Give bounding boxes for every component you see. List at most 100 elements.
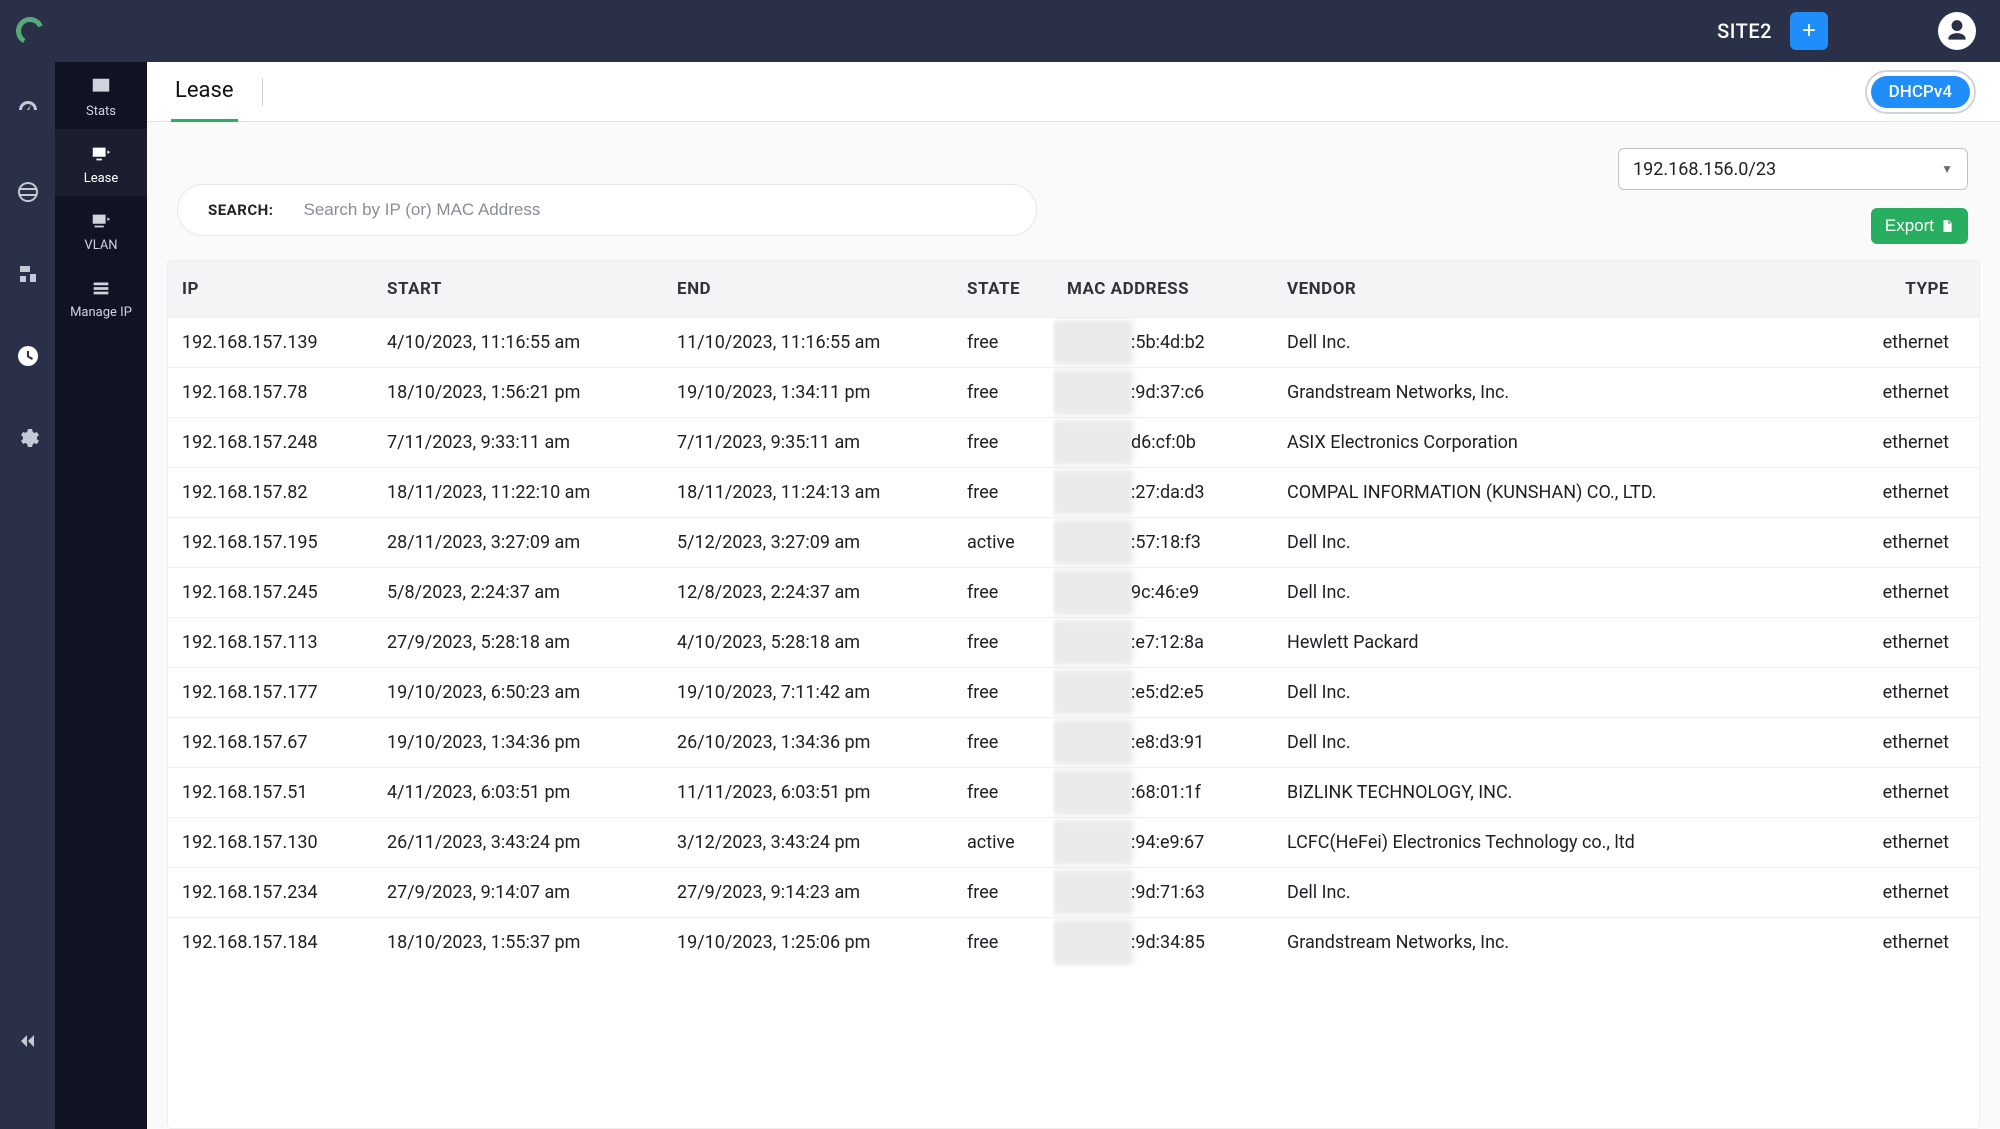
table-row[interactable]: 192.168.157.2487/11/2023, 9:33:11 am7/11… [168, 418, 1979, 468]
cell-mac: :27:da:d3 [1053, 468, 1273, 518]
cell-vendor: Dell Inc. [1273, 518, 1859, 568]
sidenav: Stats Lease VLAN Manage IP [55, 62, 147, 1129]
cell-end: 27/9/2023, 9:14:23 am [663, 868, 953, 918]
cell-ip: 192.168.157.130 [168, 818, 373, 868]
cell-state: free [953, 618, 1053, 668]
vlan-icon [88, 210, 114, 232]
cell-end: 5/12/2023, 3:27:09 am [663, 518, 953, 568]
cell-end: 3/12/2023, 3:43:24 pm [663, 818, 953, 868]
cell-type: ethernet [1859, 618, 1979, 668]
rail-settings-icon[interactable] [10, 420, 46, 456]
col-vendor[interactable]: VENDOR [1273, 261, 1859, 318]
sidenav-item-stats[interactable]: Stats [55, 62, 147, 129]
cell-vendor: Grandstream Networks, Inc. [1273, 918, 1859, 968]
rail-monitor-icon[interactable] [10, 338, 46, 374]
table-row[interactable]: 192.168.157.514/11/2023, 6:03:51 pm11/11… [168, 768, 1979, 818]
cell-ip: 192.168.157.245 [168, 568, 373, 618]
cell-end: 19/10/2023, 1:25:06 pm [663, 918, 953, 968]
col-end[interactable]: END [663, 261, 953, 318]
sidenav-item-label: VLAN [84, 238, 117, 253]
rail-collapse-icon[interactable] [10, 1023, 46, 1059]
cell-vendor: Hewlett Packard [1273, 618, 1859, 668]
cell-start: 19/10/2023, 1:34:36 pm [373, 718, 663, 768]
cell-vendor: COMPAL INFORMATION (KUNSHAN) CO., LTD. [1273, 468, 1859, 518]
sidenav-item-label: Stats [86, 104, 116, 119]
tab-lease[interactable]: Lease [171, 78, 238, 122]
table-row[interactable]: 192.168.157.23427/9/2023, 9:14:07 am27/9… [168, 868, 1979, 918]
col-start[interactable]: START [373, 261, 663, 318]
rail-device-icon[interactable] [10, 256, 46, 292]
table-row[interactable]: 192.168.157.18418/10/2023, 1:55:37 pm19/… [168, 918, 1979, 968]
cell-type: ethernet [1859, 318, 1979, 368]
cell-ip: 192.168.157.184 [168, 918, 373, 968]
cell-state: free [953, 418, 1053, 468]
cell-ip: 192.168.157.248 [168, 418, 373, 468]
cell-ip: 192.168.157.82 [168, 468, 373, 518]
cell-mac: :57:18:f3 [1053, 518, 1273, 568]
cell-state: free [953, 568, 1053, 618]
cell-start: 27/9/2023, 5:28:18 am [373, 618, 663, 668]
cell-state: free [953, 368, 1053, 418]
sidenav-item-vlan[interactable]: VLAN [55, 196, 147, 263]
cell-end: 7/11/2023, 9:35:11 am [663, 418, 953, 468]
cell-mac: :94:e9:67 [1053, 818, 1273, 868]
export-button[interactable]: Export [1871, 208, 1968, 244]
col-state[interactable]: STATE [953, 261, 1053, 318]
sidenav-item-manageip[interactable]: Manage IP [55, 263, 147, 330]
cell-mac: :e8:d3:91 [1053, 718, 1273, 768]
table-row[interactable]: 192.168.157.8218/11/2023, 11:22:10 am18/… [168, 468, 1979, 518]
cell-state: active [953, 518, 1053, 568]
cell-vendor: ASIX Electronics Corporation [1273, 418, 1859, 468]
rail-dashboard-icon[interactable] [10, 92, 46, 128]
cell-type: ethernet [1859, 568, 1979, 618]
table-row[interactable]: 192.168.157.11327/9/2023, 5:28:18 am4/10… [168, 618, 1979, 668]
cell-vendor: Dell Inc. [1273, 718, 1859, 768]
col-type[interactable]: TYPE [1859, 261, 1979, 318]
cell-ip: 192.168.157.139 [168, 318, 373, 368]
file-icon [1940, 218, 1954, 234]
col-mac[interactable]: MAC ADDRESS [1053, 261, 1273, 318]
cell-start: 5/8/2023, 2:24:37 am [373, 568, 663, 618]
cell-ip: 192.168.157.113 [168, 618, 373, 668]
cell-mac: :9d:34:85 [1053, 918, 1273, 968]
user-icon [1944, 18, 1970, 44]
cell-mac: :e7:12:8a [1053, 618, 1273, 668]
cell-type: ethernet [1859, 918, 1979, 968]
cell-mac: :9d:71:63 [1053, 868, 1273, 918]
subnet-select[interactable]: 192.168.156.0/23 ▼ [1618, 148, 1968, 190]
topbar: SITE2 + [0, 0, 2000, 62]
table-row[interactable]: 192.168.157.19528/11/2023, 3:27:09 am5/1… [168, 518, 1979, 568]
rail-dns-icon[interactable] [10, 174, 46, 210]
table-header-row: IP START END STATE MAC ADDRESS VENDOR TY… [168, 261, 1979, 318]
cell-state: free [953, 868, 1053, 918]
table-row[interactable]: 192.168.157.17719/10/2023, 6:50:23 am19/… [168, 668, 1979, 718]
cell-type: ethernet [1859, 718, 1979, 768]
cell-state: free [953, 668, 1053, 718]
icon-rail [0, 62, 55, 1129]
table-row[interactable]: 192.168.157.13026/11/2023, 3:43:24 pm3/1… [168, 818, 1979, 868]
tabs-row: Lease DHCPv4 [147, 62, 2000, 122]
add-button[interactable]: + [1790, 12, 1828, 50]
main-panel: Lease DHCPv4 192.168.156.0/23 ▼ Export S… [147, 62, 2000, 1129]
cell-start: 7/11/2023, 9:33:11 am [373, 418, 663, 468]
cell-type: ethernet [1859, 768, 1979, 818]
cell-start: 18/11/2023, 11:22:10 am [373, 468, 663, 518]
sidenav-item-label: Manage IP [70, 305, 132, 320]
search-input[interactable] [304, 200, 1007, 220]
cell-mac: :e5:d2:e5 [1053, 668, 1273, 718]
sidenav-item-lease[interactable]: Lease [55, 129, 147, 196]
cell-start: 26/11/2023, 3:43:24 pm [373, 818, 663, 868]
table-row[interactable]: 192.168.157.7818/10/2023, 1:56:21 pm19/1… [168, 368, 1979, 418]
site-label: SITE2 [1717, 19, 1772, 43]
table-row[interactable]: 192.168.157.1394/10/2023, 11:16:55 am11/… [168, 318, 1979, 368]
user-avatar[interactable] [1938, 12, 1976, 50]
export-label: Export [1885, 216, 1934, 236]
cell-type: ethernet [1859, 518, 1979, 568]
dhcp-version-toggle[interactable]: DHCPv4 [1865, 70, 1976, 114]
cell-state: active [953, 818, 1053, 868]
search-box: SEARCH: [177, 184, 1037, 236]
table-row[interactable]: 192.168.157.2455/8/2023, 2:24:37 am12/8/… [168, 568, 1979, 618]
cell-type: ethernet [1859, 868, 1979, 918]
table-row[interactable]: 192.168.157.6719/10/2023, 1:34:36 pm26/1… [168, 718, 1979, 768]
col-ip[interactable]: IP [168, 261, 373, 318]
